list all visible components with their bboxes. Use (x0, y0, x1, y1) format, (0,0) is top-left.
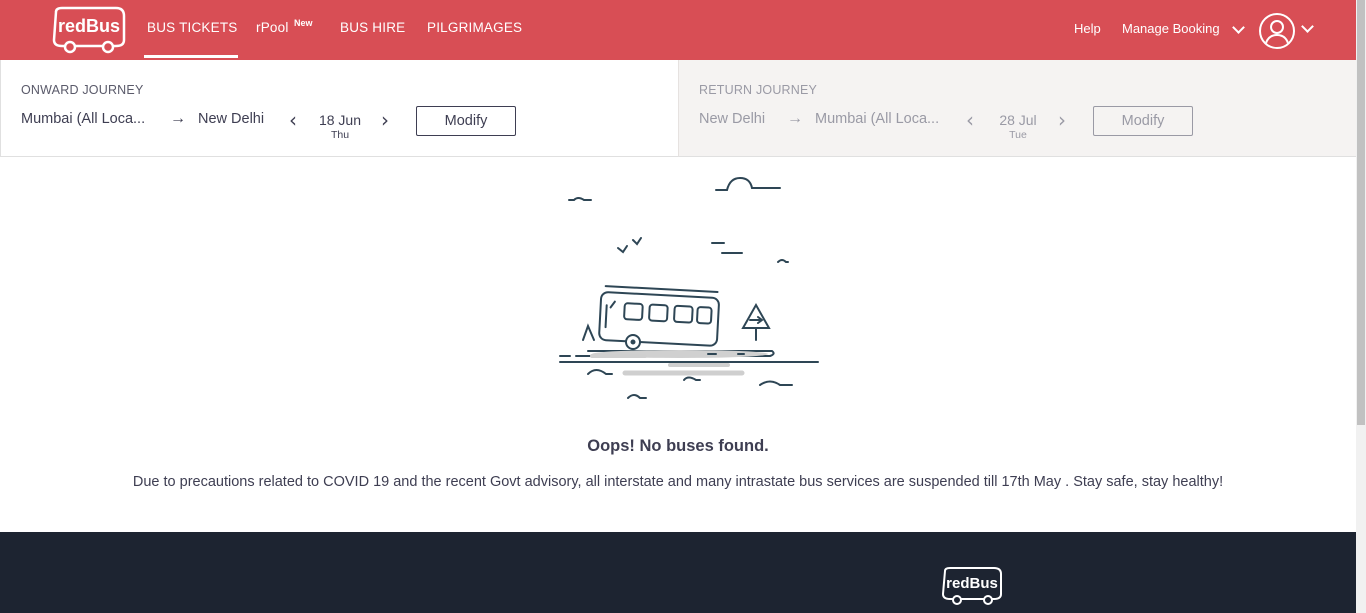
onward-date: 18 Jun (318, 112, 362, 128)
return-arrow-icon: → (787, 110, 803, 127)
nav-bus-tickets[interactable]: BUS TICKETS (147, 20, 237, 35)
onward-to-city: New Delhi (198, 111, 265, 127)
return-date: 28 Jul (999, 112, 1037, 128)
footer-redbus-logo[interactable]: redBus (940, 566, 1004, 606)
account-chevron-icon[interactable] (1301, 20, 1314, 33)
onward-day: Thu (330, 129, 350, 141)
nav-active-indicator (144, 55, 238, 58)
return-to-city: Mumbai (All Loca... (815, 111, 940, 127)
onward-from-city: Mumbai (All Loca... (21, 111, 146, 127)
top-header: redBus BUS TICKETS rPool New BUS HIRE PI… (0, 0, 1356, 60)
footer-logo-text: redBus (946, 575, 998, 592)
user-avatar-icon[interactable] (1259, 13, 1295, 49)
return-day: Tue (1009, 129, 1027, 141)
return-from-city: New Delhi (699, 111, 766, 127)
return-modify-button[interactable]: Modify (1093, 106, 1193, 136)
covid-advisory-message: Due to precautions related to COVID 19 a… (132, 474, 1224, 490)
rpool-new-badge: New (294, 18, 313, 28)
logo-text: redBus (58, 16, 120, 36)
onward-journey-panel: ONWARD JOURNEY Mumbai (All Loca... → New… (0, 60, 678, 157)
redbus-logo[interactable]: redBus (50, 6, 128, 54)
page-scrollbar-thumb[interactable] (1357, 0, 1365, 425)
nav-pilgrimages[interactable]: PILGRIMAGES (427, 20, 522, 35)
manage-booking-chevron-icon[interactable] (1232, 21, 1245, 34)
onward-prev-date-icon[interactable]: ‹ (289, 108, 297, 132)
return-journey-title: RETURN JOURNEY (699, 83, 818, 97)
nav-rpool[interactable]: rPool (256, 20, 289, 35)
onward-journey-title: ONWARD JOURNEY (21, 83, 144, 97)
onward-modify-button[interactable]: Modify (416, 106, 516, 136)
onward-next-date-icon[interactable]: › (381, 108, 389, 132)
page-footer: redBus (0, 532, 1356, 613)
no-buses-bus-illustration (559, 176, 819, 399)
manage-booking-link[interactable]: Manage Booking (1122, 21, 1220, 36)
help-link[interactable]: Help (1074, 21, 1101, 36)
empty-state-title: Oops! No buses found. (587, 437, 769, 455)
nav-bus-hire[interactable]: BUS HIRE (340, 20, 405, 35)
return-next-date-icon[interactable]: › (1058, 108, 1066, 132)
return-prev-date-icon[interactable]: ‹ (966, 108, 974, 132)
onward-arrow-icon: → (170, 110, 186, 127)
return-journey-panel: RETURN JOURNEY New Delhi → Mumbai (All L… (678, 60, 1356, 157)
